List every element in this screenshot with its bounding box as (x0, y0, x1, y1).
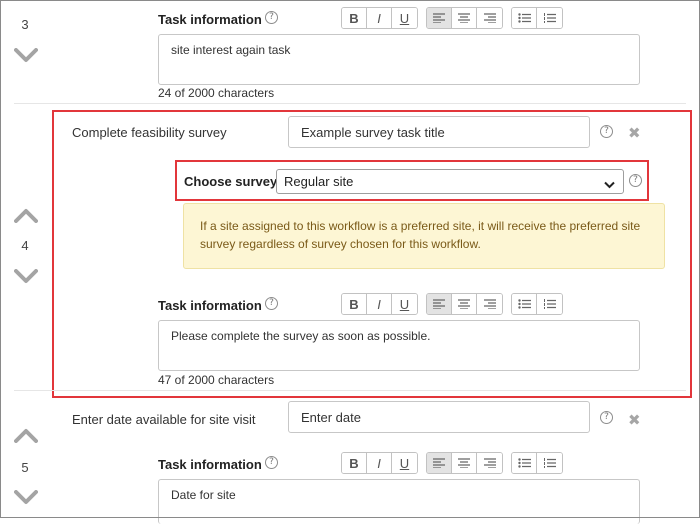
list-group (511, 452, 563, 474)
task-name-label: Complete feasibility survey (72, 125, 227, 140)
align-right-icon[interactable] (477, 8, 502, 28)
task-info-label: Task information (158, 298, 262, 313)
text-style-group: B I U (341, 7, 418, 29)
alignment-group (426, 7, 503, 29)
numbered-list-icon[interactable] (537, 453, 562, 473)
character-count: 47 of 2000 characters (158, 373, 275, 387)
task-description-textarea[interactable]: Date for site (158, 479, 640, 524)
align-right-icon[interactable] (477, 453, 502, 473)
task-name-label: Enter date available for site visit (72, 412, 256, 427)
alignment-group (426, 293, 503, 315)
task-description-textarea[interactable]: site interest again task (158, 34, 640, 85)
help-icon[interactable]: ? (265, 11, 278, 24)
align-left-icon[interactable] (427, 8, 452, 28)
numbered-list-icon[interactable] (537, 8, 562, 28)
survey-select[interactable]: Regular site (276, 169, 624, 194)
move-down-arrow-icon[interactable] (14, 269, 38, 284)
character-count: 24 of 2000 characters (158, 86, 275, 100)
text-style-group: B I U (341, 452, 418, 474)
bold-button[interactable]: B (342, 8, 367, 28)
move-up-arrow-icon[interactable] (14, 208, 38, 223)
step-divider (14, 103, 686, 104)
align-left-icon[interactable] (427, 294, 452, 314)
rich-text-toolbar: B I U (341, 7, 563, 29)
task-title-input[interactable]: Example survey task title (288, 116, 590, 148)
preferred-site-note: If a site assigned to this workflow is a… (183, 203, 665, 269)
text-style-group: B I U (341, 293, 418, 315)
help-icon[interactable]: ? (629, 174, 642, 187)
rich-text-toolbar: B I U (341, 452, 563, 474)
rich-text-toolbar: B I U (341, 293, 563, 315)
bullet-list-icon[interactable] (512, 453, 537, 473)
align-center-icon[interactable] (452, 294, 477, 314)
list-group (511, 7, 563, 29)
bold-button[interactable]: B (342, 294, 367, 314)
numbered-list-icon[interactable] (537, 294, 562, 314)
survey-select-value: Regular site (284, 174, 354, 189)
help-icon[interactable]: ? (600, 125, 613, 138)
alignment-group (426, 452, 503, 474)
remove-step-icon[interactable]: ✖ (628, 413, 641, 428)
remove-step-icon[interactable]: ✖ (628, 126, 641, 141)
step-divider (14, 390, 686, 391)
step-number-5: 5 (21, 460, 29, 475)
underline-button[interactable]: U (392, 294, 417, 314)
help-icon[interactable]: ? (265, 297, 278, 310)
align-center-icon[interactable] (452, 8, 477, 28)
choose-survey-label: Choose survey: (184, 174, 282, 189)
move-down-arrow-icon[interactable] (14, 490, 38, 505)
bold-button[interactable]: B (342, 453, 367, 473)
underline-button[interactable]: U (392, 453, 417, 473)
task-info-label: Task information (158, 12, 262, 27)
italic-button[interactable]: I (367, 8, 392, 28)
italic-button[interactable]: I (367, 294, 392, 314)
italic-button[interactable]: I (367, 453, 392, 473)
align-right-icon[interactable] (477, 294, 502, 314)
list-group (511, 293, 563, 315)
underline-button[interactable]: U (392, 8, 417, 28)
bullet-list-icon[interactable] (512, 8, 537, 28)
task-title-input[interactable]: Enter date (288, 401, 590, 433)
step-number-3: 3 (21, 17, 29, 32)
help-icon[interactable]: ? (600, 411, 613, 424)
move-up-arrow-icon[interactable] (14, 428, 38, 443)
task-description-textarea[interactable]: Please complete the survey as soon as po… (158, 320, 640, 371)
align-center-icon[interactable] (452, 453, 477, 473)
step-number-4: 4 (21, 238, 29, 253)
move-down-arrow-icon[interactable] (14, 48, 38, 63)
chevron-down-icon (604, 177, 615, 192)
bullet-list-icon[interactable] (512, 294, 537, 314)
help-icon[interactable]: ? (265, 456, 278, 469)
align-left-icon[interactable] (427, 453, 452, 473)
task-info-label: Task information (158, 457, 262, 472)
